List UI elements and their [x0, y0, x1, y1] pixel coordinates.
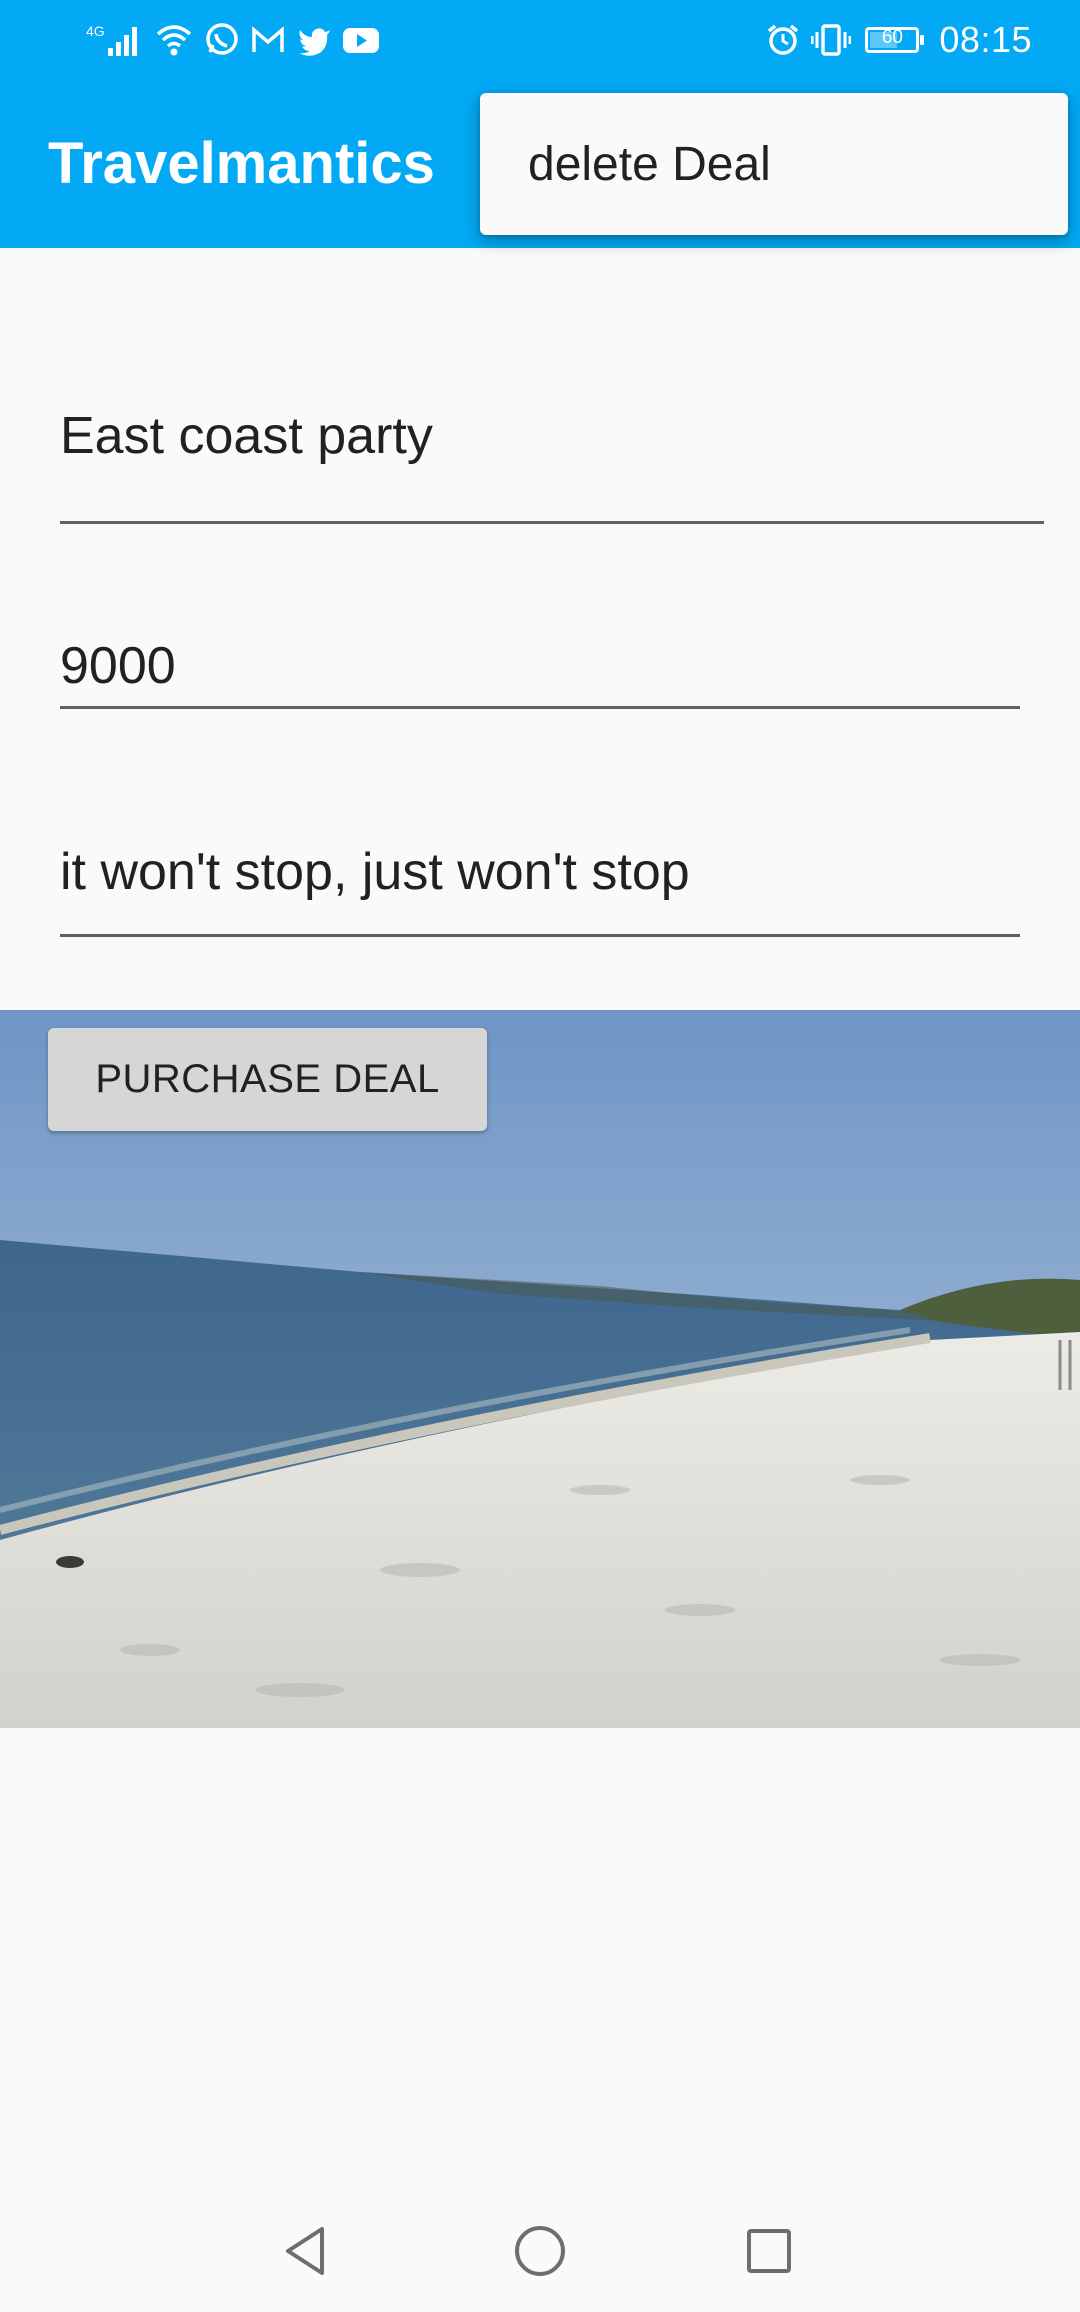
status-right-icons: 60 08:15	[765, 18, 1032, 62]
svg-text:4G: 4G	[86, 23, 105, 39]
whatsapp-icon	[204, 22, 240, 58]
home-icon[interactable]	[510, 2221, 570, 2281]
battery-icon: 60	[865, 27, 925, 53]
title-field[interactable]: East coast party	[60, 404, 1040, 468]
description-field[interactable]: it won't stop, just won't stop	[60, 840, 1020, 904]
alarm-icon	[765, 22, 801, 58]
gmail-icon	[250, 22, 286, 58]
title-field-underline	[60, 521, 1044, 524]
menu-item-delete-deal[interactable]: delete Deal	[528, 135, 771, 195]
twitter-icon	[296, 22, 332, 58]
overflow-menu: delete Deal	[480, 93, 1068, 235]
purchase-deal-button[interactable]: PURCHASE DEAL	[48, 1028, 487, 1131]
status-bar: 4G 60 08:15	[0, 0, 1080, 80]
deal-screen: 4G 60 08:15 Travelmantics delete Deal Ea…	[0, 0, 1080, 2312]
signal-icon: 4G	[86, 22, 144, 58]
price-field[interactable]: 9000	[60, 634, 1020, 698]
battery-level: 60	[881, 27, 903, 48]
youtube-icon	[342, 22, 380, 58]
status-time: 08:15	[939, 19, 1032, 60]
vibrate-icon	[811, 22, 852, 58]
app-title: Travelmantics	[48, 131, 435, 196]
navigation-bar	[0, 2190, 1080, 2312]
description-field-underline	[60, 934, 1020, 937]
recents-icon[interactable]	[739, 2221, 799, 2281]
status-left-icons: 4G	[86, 18, 380, 62]
back-icon[interactable]	[278, 2221, 338, 2281]
price-field-underline	[60, 706, 1020, 709]
wifi-icon	[154, 22, 194, 58]
